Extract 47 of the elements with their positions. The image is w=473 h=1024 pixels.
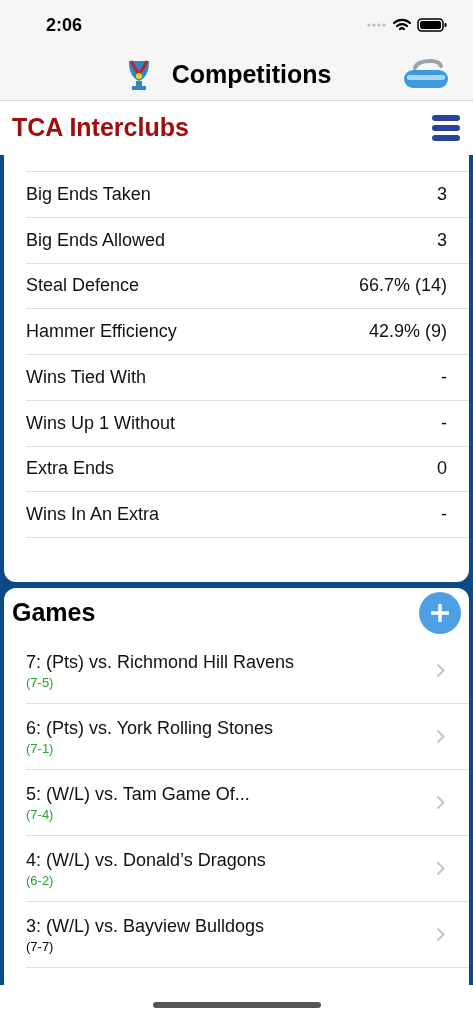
- stat-label: Extra Ends: [26, 457, 115, 481]
- game-score: (6-2): [26, 871, 55, 890]
- game-row[interactable]: 5: (W/L) vs. Tam Game Of... (7-4): [26, 770, 469, 836]
- menu-icon[interactable]: [431, 114, 461, 142]
- chevron-right-icon: [436, 663, 445, 678]
- curling-stone-icon[interactable]: [403, 58, 449, 90]
- game-title: 7: (Pts) vs. Richmond Hill Ravens: [26, 650, 295, 674]
- plus-icon: [431, 604, 449, 622]
- chevron-right-icon: [436, 861, 445, 876]
- wifi-icon: [393, 18, 411, 32]
- stat-value: 3: [437, 228, 447, 252]
- chevron-right-icon: [436, 795, 445, 810]
- chevron-right-icon: [436, 729, 445, 744]
- battery-icon: [417, 18, 447, 32]
- competition-title: TCA Interclubs: [12, 112, 189, 144]
- stat-value: -: [441, 503, 447, 527]
- stat-label: Hammer Efficiency: [26, 320, 177, 344]
- stat-label: Wins In An Extra: [26, 503, 160, 527]
- game-score: (7-7): [26, 937, 55, 956]
- game-score: (7-5): [26, 673, 55, 692]
- game-title: 4: (W/L) vs. Donald’s Dragons: [26, 848, 266, 872]
- chevron-right-icon: [436, 927, 445, 942]
- game-title: 6: (Pts) vs. York Rolling Stones: [26, 716, 274, 740]
- stat-value: -: [441, 411, 447, 435]
- add-button[interactable]: [419, 592, 461, 634]
- status-time: 2:06: [46, 13, 83, 37]
- stat-value: 3: [437, 182, 447, 206]
- stat-label: Big Ends Taken: [26, 182, 151, 206]
- stat-label: Wins Tied With: [26, 365, 147, 389]
- stat-label: Steal Defence: [26, 274, 140, 298]
- game-row[interactable]: 6: (Pts) vs. York Rolling Stones (7-1): [26, 704, 469, 770]
- cell-signal-icon: [367, 23, 387, 27]
- game-title: 3: (W/L) vs. Bayview Bulldogs: [26, 914, 265, 938]
- stat-value: 66.7% (14): [358, 274, 447, 298]
- stat-label: Big Ends Allowed: [26, 228, 166, 252]
- game-row[interactable]: 7: (Pts) vs. Richmond Hill Ravens (7-5): [26, 638, 469, 704]
- stat-value: 0: [437, 457, 447, 481]
- game-row[interactable]: 4: (W/L) vs. Donald’s Dragons (6-2): [26, 836, 469, 902]
- navigation-title: Competitions: [171, 59, 332, 91]
- game-title: 5: (W/L) vs. Tam Game Of...: [26, 782, 250, 806]
- game-score: (7-1): [26, 739, 55, 758]
- stat-value: -: [441, 365, 447, 389]
- stat-label: Wins Up 1 Without: [26, 411, 176, 435]
- games-title: Games: [12, 597, 96, 629]
- game-row[interactable]: 3: (W/L) vs. Bayview Bulldogs (7-7): [26, 902, 469, 968]
- game-score: (7-4): [26, 805, 55, 824]
- stat-value: 42.9% (9): [368, 320, 447, 344]
